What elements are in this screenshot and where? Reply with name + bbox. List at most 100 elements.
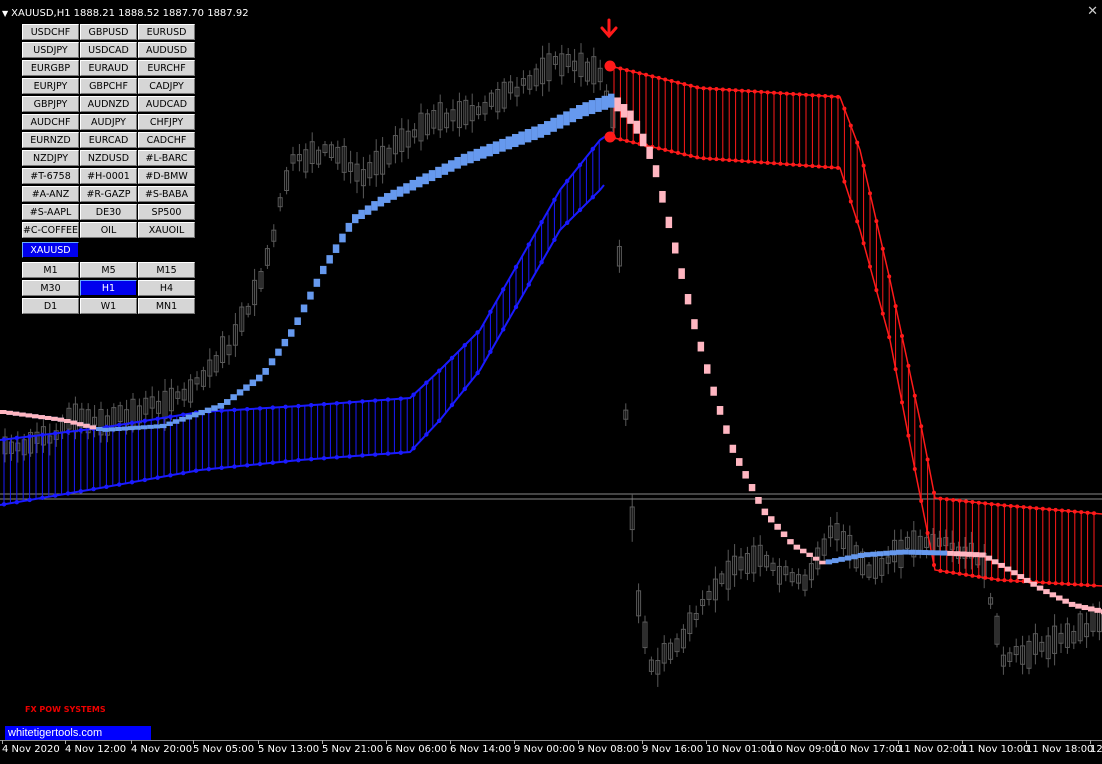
symbol-button[interactable]: USDCAD	[80, 42, 137, 58]
symbol-button[interactable]: #L-BARC	[138, 150, 195, 166]
symbol-button[interactable]: AUDUSD	[138, 42, 195, 58]
symbol-button[interactable]: NZDUSD	[80, 150, 137, 166]
blue-channel-dot	[257, 461, 263, 467]
red-channel-dot	[957, 498, 962, 503]
red-channel-dot	[714, 157, 719, 162]
symbol-button[interactable]: NZDJPY	[22, 150, 79, 166]
time-tick-label: 5 Nov 21:00	[322, 744, 384, 755]
red-channel-dot	[1021, 505, 1026, 510]
symbol-button[interactable]: #C-COFFEE	[22, 222, 79, 238]
bull-trend-band	[140, 425, 148, 430]
red-channel-dot	[1047, 507, 1052, 512]
symbol-button[interactable]: CHFJPY	[138, 114, 195, 130]
symbol-button[interactable]: DE30	[80, 204, 137, 220]
bull-trend-band	[134, 425, 141, 430]
symbol-button[interactable]: AUDCAD	[138, 96, 195, 112]
timeframe-button-h4[interactable]: H4	[138, 280, 195, 296]
blue-channel-dot	[526, 242, 531, 247]
symbol-button[interactable]: EURCHF	[138, 60, 195, 76]
blue-channel-dot	[27, 434, 32, 439]
red-channel-dot	[784, 162, 789, 167]
symbol-button[interactable]: EURCAD	[80, 132, 137, 148]
bull-trend-band	[396, 186, 404, 197]
red-channel-dot	[976, 574, 981, 579]
blue-channel-dot	[373, 452, 378, 457]
red-channel-dot	[848, 199, 853, 204]
symbol-button-grid: USDCHF GBPUSD EURUSD USDJPY USDCAD AUDUSD EURG…	[22, 24, 196, 240]
symbol-button[interactable]: EURUSD	[138, 24, 195, 40]
timeframe-button-m30[interactable]: M30	[22, 280, 79, 296]
symbol-button[interactable]: #D-BMW	[138, 168, 195, 184]
symbol-button[interactable]: EURJPY	[22, 78, 79, 94]
red-channel-dot	[944, 497, 949, 502]
symbol-button[interactable]: #R-GAZP	[80, 186, 137, 202]
bear-trend-band	[646, 146, 653, 159]
bull-trend-band	[582, 102, 589, 117]
symbol-button[interactable]: #H-0001	[80, 168, 137, 184]
bear-trend-band	[761, 508, 769, 516]
symbol-button[interactable]: #T-6758	[22, 168, 79, 184]
timeframe-button-m5[interactable]: M5	[80, 262, 137, 278]
bear-trend-band	[57, 417, 65, 422]
red-channel-dot	[791, 91, 796, 96]
red-channel-dot	[906, 433, 911, 438]
bear-trend-band	[633, 120, 641, 134]
symbol-button[interactable]: #S-BABA	[138, 186, 195, 202]
bull-trend-band	[384, 193, 391, 203]
symbol-button[interactable]: EURGBP	[22, 60, 79, 76]
symbol-button[interactable]: CADJPY	[138, 78, 195, 94]
red-channel-dot	[951, 497, 956, 502]
symbol-button[interactable]: AUDNZD	[80, 96, 137, 112]
blue-channel-dot	[411, 392, 416, 397]
bull-trend-band	[876, 551, 884, 557]
time-tick-mark	[898, 740, 899, 744]
red-channel-dot	[1085, 510, 1090, 515]
symbol-button[interactable]: USDJPY	[22, 42, 79, 58]
symbol-button[interactable]: EURAUD	[80, 60, 137, 76]
bull-trend-band	[153, 424, 161, 429]
timeframe-button-w1[interactable]: W1	[80, 298, 137, 314]
bull-trend-band	[217, 402, 225, 409]
bull-trend-band	[198, 409, 205, 416]
timeframe-button-d1[interactable]: D1	[22, 298, 79, 314]
timeframe-button-m15[interactable]: M15	[138, 262, 195, 278]
symbol-button[interactable]: #S-AAPL	[22, 204, 79, 220]
red-channel-dot	[836, 94, 840, 99]
timeframe-button-mn1[interactable]: MN1	[138, 298, 195, 314]
symbol-button[interactable]: SP500	[138, 204, 195, 220]
blue-channel-dot	[360, 453, 365, 458]
website-label[interactable]: whitetigertools.com	[5, 726, 151, 740]
bull-trend-band	[467, 151, 474, 164]
timeframe-button-h1[interactable]: H1	[80, 280, 137, 296]
symbol-button[interactable]: XAUOIL	[138, 222, 195, 238]
symbol-button[interactable]: USDCHF	[22, 24, 79, 40]
symbol-button[interactable]: GBPJPY	[22, 96, 79, 112]
red-channel-dot	[848, 123, 853, 128]
red-channel-dot	[1034, 506, 1039, 511]
bull-trend-band	[294, 317, 301, 326]
bear-trend-band	[1017, 574, 1025, 580]
symbol-button[interactable]: EURNZD	[22, 132, 79, 148]
symbol-button[interactable]: GBPUSD	[80, 24, 137, 40]
blue-channel-dot	[78, 428, 84, 433]
close-icon[interactable]: ✕	[1087, 3, 1098, 19]
timeframe-button-m1[interactable]: M1	[22, 262, 79, 278]
symbol-button[interactable]: CADCHF	[138, 132, 195, 148]
bear-trend-band	[998, 562, 1005, 568]
red-channel-dot	[695, 155, 700, 160]
blue-channel-dot	[552, 197, 557, 202]
symbol-button[interactable]: OIL	[80, 222, 137, 238]
red-channel-dot	[669, 149, 674, 154]
blue-channel-dot	[334, 401, 339, 406]
symbol-button[interactable]: GBPCHF	[80, 78, 137, 94]
symbol-button[interactable]: AUDJPY	[80, 114, 137, 130]
symbol-button[interactable]: AUDCHF	[22, 114, 79, 130]
active-symbol-button[interactable]: XAUUSD	[22, 242, 79, 258]
dropdown-triangle-icon[interactable]: ▼	[2, 9, 8, 18]
red-channel-dot	[829, 165, 834, 170]
red-channel-dot	[932, 563, 936, 567]
red-channel-dot	[912, 466, 917, 471]
red-channel-dot	[964, 499, 968, 504]
symbol-button[interactable]: #A-ANZ	[22, 186, 79, 202]
bull-trend-band	[358, 209, 365, 220]
